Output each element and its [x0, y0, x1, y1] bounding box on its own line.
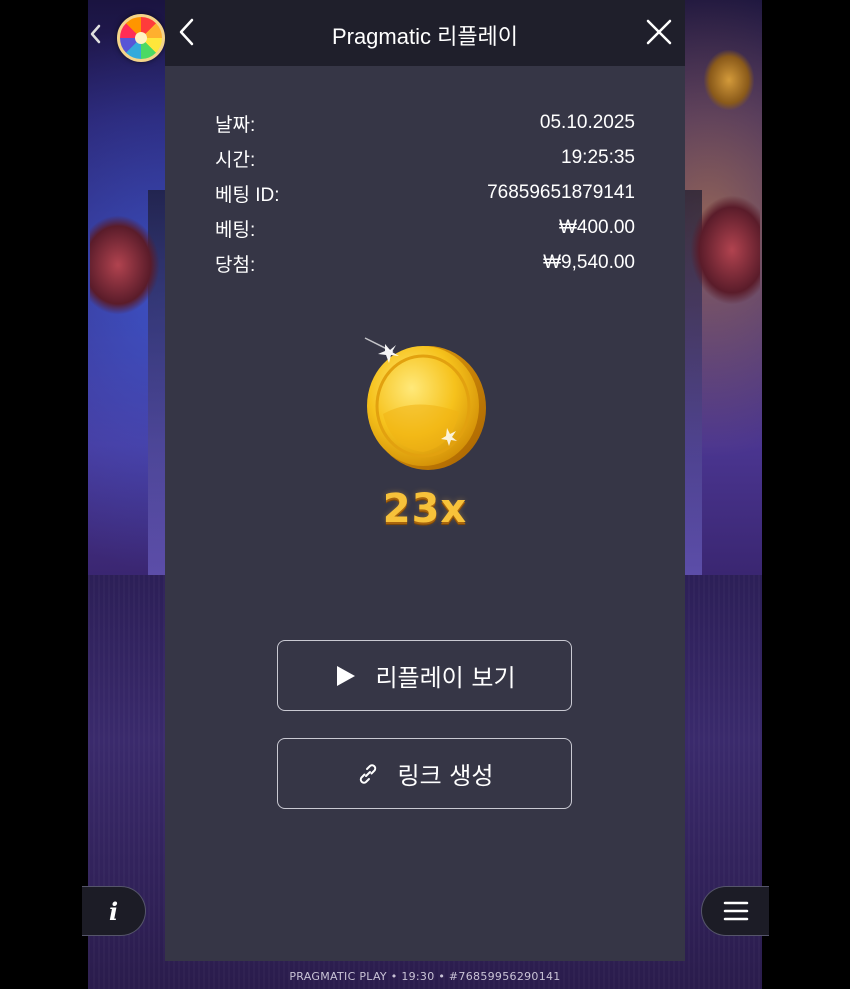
info-icon: i	[108, 896, 119, 926]
gold-coin-icon	[355, 336, 495, 476]
replay-header: Pragmatic 리플레이	[165, 0, 685, 66]
info-button[interactable]: i	[82, 886, 146, 936]
view-replay-button[interactable]: 리플레이 보기	[277, 640, 572, 711]
detail-row-time: 시간: 19:25:35	[215, 145, 635, 171]
win-multiplier: 23x	[382, 486, 468, 532]
car-image-right	[690, 195, 760, 305]
detail-label: 시간:	[215, 149, 256, 171]
color-wheel-icon	[135, 32, 147, 44]
close-button[interactable]	[645, 18, 673, 46]
detail-row-date: 날짜: 05.10.2025	[215, 110, 635, 136]
outer-back-button[interactable]	[86, 22, 104, 50]
detail-value: 76859651879141	[487, 182, 635, 203]
detail-row-bet: 베팅: ₩400.00	[215, 215, 635, 241]
create-link-button[interactable]: 링크 생성	[277, 738, 572, 809]
color-wheel-button[interactable]	[117, 14, 165, 62]
detail-value: ₩9,540.00	[543, 252, 635, 273]
car-image-left	[90, 215, 160, 315]
menu-button[interactable]	[701, 886, 769, 936]
detail-label: 당첨:	[215, 254, 256, 276]
detail-row-win: 당첨: ₩9,540.00	[215, 250, 635, 276]
play-icon	[337, 665, 356, 686]
detail-label: 날짜:	[215, 114, 256, 136]
lion-statue-image	[704, 50, 754, 110]
view-replay-label: 리플레이 보기	[375, 664, 516, 692]
replay-panel: 날짜: 05.10.2025 시간: 19:25:35 베팅 ID: 76859…	[165, 66, 685, 961]
footer-ticker: PRAGMATIC PLAY • 19:30 • #76859956290141	[289, 970, 561, 983]
detail-value: 05.10.2025	[539, 112, 635, 133]
detail-value: 19:25:35	[561, 147, 635, 168]
hamburger-menu-icon	[723, 901, 748, 921]
chevron-left-icon	[90, 24, 101, 44]
page-title: Pragmatic 리플레이	[331, 24, 519, 49]
detail-row-bet-id: 베팅 ID: 76859651879141	[215, 180, 635, 206]
detail-label: 베팅 ID:	[215, 184, 280, 206]
detail-value: ₩400.00	[558, 217, 635, 238]
link-icon	[359, 763, 376, 784]
detail-label: 베팅:	[215, 219, 256, 241]
create-link-label: 링크 생성	[397, 762, 494, 790]
close-icon	[646, 19, 672, 45]
